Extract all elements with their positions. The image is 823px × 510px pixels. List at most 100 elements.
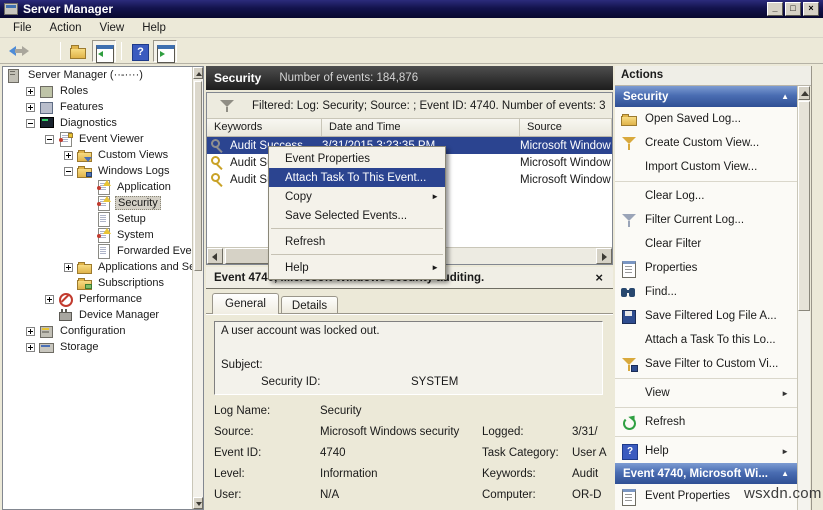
scroll-down-icon[interactable]	[193, 497, 203, 509]
tree-item-features[interactable]: Features	[3, 99, 203, 115]
icon-spacer	[621, 159, 638, 175]
action-clear-filter[interactable]: Clear Filter	[615, 232, 797, 256]
collapse-icon[interactable]	[64, 167, 73, 176]
close-button[interactable]: ×	[803, 2, 819, 16]
tree-item-diagnostics[interactable]: Diagnostics	[3, 115, 203, 131]
expand-icon[interactable]	[64, 263, 73, 272]
filter-create-icon	[621, 135, 638, 151]
context-menu-event-properties[interactable]: Event Properties	[269, 149, 445, 168]
action-item-label: View	[645, 387, 670, 399]
tree-item-application[interactable]: Application	[3, 179, 203, 195]
horizontal-scrollbar-thumb[interactable]	[225, 248, 273, 264]
action-help[interactable]: Help►	[615, 439, 797, 463]
column-header-source[interactable]: Source	[520, 119, 612, 136]
action-find[interactable]: Find...	[615, 280, 797, 304]
actions-section-security[interactable]: Security▲	[615, 86, 797, 107]
tree-item-performance[interactable]: Performance	[3, 291, 203, 307]
tree-item-device-manager[interactable]: Device Manager	[3, 307, 203, 323]
column-header-keywords[interactable]: Keywords	[207, 119, 322, 136]
action-save-filtered-log-file-a[interactable]: Save Filtered Log File A...	[615, 304, 797, 328]
action-view[interactable]: View►	[615, 381, 797, 405]
menu-file[interactable]: File	[4, 20, 41, 36]
collapse-icon[interactable]: ▲	[781, 469, 789, 478]
tree-item-subscriptions[interactable]: Subscriptions	[3, 275, 203, 291]
action-save-filter-to-custom-vi[interactable]: Save Filter to Custom Vi...	[615, 352, 797, 376]
tree-item-security[interactable]: Security	[3, 195, 203, 211]
key-icon	[210, 138, 225, 153]
collapse-icon[interactable]: ▲	[781, 92, 789, 101]
actions-body: Security▲Open Saved Log...Create Custom …	[615, 86, 797, 510]
expand-icon[interactable]	[26, 343, 35, 352]
context-menu-save-selected-events[interactable]: Save Selected Events...	[269, 206, 445, 225]
action-create-custom-view[interactable]: Create Custom View...	[615, 131, 797, 155]
maximize-button[interactable]: □	[785, 2, 801, 16]
context-menu-refresh[interactable]: Refresh	[269, 232, 445, 251]
tree-item-custom-views[interactable]: Custom Views	[3, 147, 203, 163]
event-properties-grid: Log Name:SecuritySource:Microsoft Window…	[206, 405, 613, 510]
scroll-right-icon[interactable]	[596, 248, 612, 264]
property-row: Event ID:4740Task Category:User A	[214, 447, 613, 468]
tree-item-label: Windows Logs	[96, 165, 172, 177]
action-clear-log[interactable]: Clear Log...	[615, 184, 797, 208]
tree-item-windows-logs[interactable]: Windows Logs	[3, 163, 203, 179]
tree-item-roles[interactable]: Roles	[3, 83, 203, 99]
property-label: Task Category:	[482, 447, 572, 468]
expand-icon[interactable]	[26, 87, 35, 96]
scroll-up-icon[interactable]	[798, 86, 810, 100]
tree-item-storage[interactable]: Storage	[3, 339, 203, 355]
action-refresh[interactable]: Refresh	[615, 410, 797, 434]
scroll-left-icon[interactable]	[207, 248, 223, 264]
actions-section-event-4740-microsoft-wi[interactable]: Event 4740, Microsoft Wi...▲	[615, 463, 797, 484]
expand-icon[interactable]	[45, 295, 54, 304]
menu-help[interactable]: Help	[133, 20, 175, 36]
collapse-icon[interactable]	[26, 119, 35, 128]
tree-item-system[interactable]: System	[3, 227, 203, 243]
menu-view[interactable]: View	[91, 20, 134, 36]
menu-action[interactable]: Action	[41, 20, 91, 36]
console-tree-button[interactable]	[92, 40, 116, 62]
actions-scrollbar[interactable]	[797, 86, 810, 510]
tree-item-forwarded-events[interactable]: Forwarded Events	[3, 243, 203, 259]
context-menu-help[interactable]: Help►	[269, 258, 445, 277]
expand-icon[interactable]	[64, 151, 73, 160]
tab-details[interactable]: Details	[281, 296, 338, 314]
action-pane-button[interactable]	[153, 40, 177, 62]
tree-scrollbar-thumb[interactable]	[194, 81, 202, 271]
forward-button[interactable]	[31, 40, 55, 62]
server-icon	[7, 68, 22, 82]
property-row: Source:Microsoft Windows securityLogged:…	[214, 426, 613, 447]
tree-item-event-viewer[interactable]: Event Viewer	[3, 131, 203, 147]
tree-scrollbar[interactable]	[192, 67, 203, 509]
action-item-label: Save Filtered Log File A...	[645, 310, 777, 322]
column-header-date-and-time[interactable]: Date and Time	[322, 119, 520, 136]
tree-item-setup[interactable]: Setup	[3, 211, 203, 227]
action-properties[interactable]: Properties	[615, 256, 797, 280]
action-item-label: Clear Log...	[645, 190, 704, 202]
refresh-icon	[621, 414, 638, 430]
tab-general[interactable]: General	[212, 293, 279, 314]
action-open-saved-log[interactable]: Open Saved Log...	[615, 107, 797, 131]
action-filter-current-log[interactable]: Filter Current Log...	[615, 208, 797, 232]
tree-item-configuration[interactable]: Configuration	[3, 323, 203, 339]
tree-item-label: Setup	[115, 213, 148, 225]
tree-item-server-manager[interactable]: Server Manager (··-····)	[3, 67, 203, 83]
action-import-custom-view[interactable]: Import Custom View...	[615, 155, 797, 179]
help-button[interactable]	[127, 40, 151, 62]
collapse-icon[interactable]	[45, 135, 54, 144]
folder-filter-icon	[77, 148, 92, 162]
tree-item-label: Device Manager	[77, 309, 161, 321]
toolbar-separator	[60, 42, 61, 60]
actions-scrollbar-thumb[interactable]	[798, 101, 810, 311]
minimize-button[interactable]: _	[767, 2, 783, 16]
property-label: Level:	[214, 468, 320, 489]
close-details-icon[interactable]: ×	[593, 271, 605, 285]
export-button[interactable]	[66, 40, 90, 62]
tree-item-applications-and-servic[interactable]: Applications and Servic	[3, 259, 203, 275]
action-attach-a-task-to-this-lo[interactable]: Attach a Task To this Lo...	[615, 328, 797, 352]
expand-icon[interactable]	[26, 103, 35, 112]
context-menu-attach-task-to-this-event[interactable]: Attach Task To This Event...	[269, 168, 445, 187]
expand-icon[interactable]	[26, 327, 35, 336]
action-item-label: Attach a Task To this Lo...	[645, 334, 776, 346]
context-menu-copy[interactable]: Copy►	[269, 187, 445, 206]
scroll-up-icon[interactable]	[193, 67, 203, 79]
